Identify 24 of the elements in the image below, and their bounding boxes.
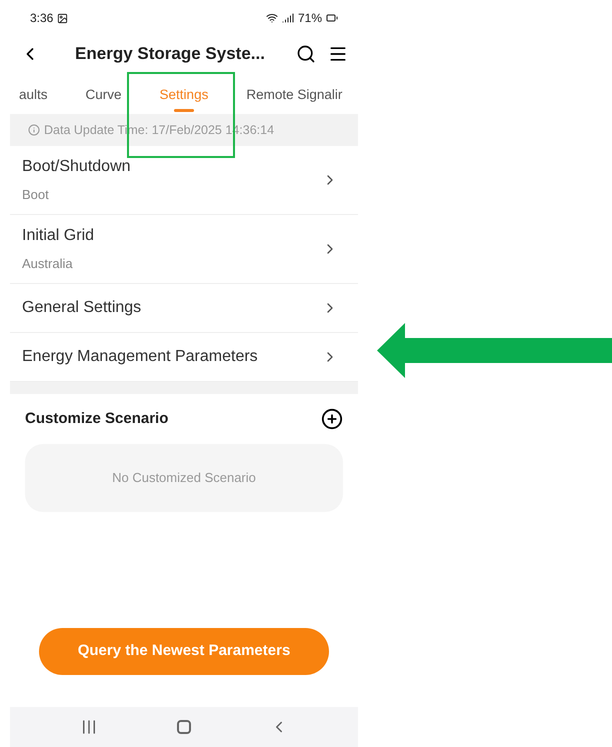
setting-title: General Settings (22, 298, 142, 318)
setting-title: Energy Management Parameters (22, 347, 258, 367)
settings-row[interactable]: Boot/Shutdown Boot (10, 146, 358, 215)
home-icon[interactable] (176, 720, 191, 734)
gallery-icon (57, 12, 68, 24)
tab[interactable]: Curve (66, 76, 141, 114)
settings-row[interactable]: Initial Grid Australia (10, 215, 358, 284)
setting-title: Boot/Shutdown (22, 157, 131, 178)
active-tab-indicator (174, 109, 194, 112)
setting-value: Boot (22, 186, 50, 204)
settings-row[interactable]: General Settings (10, 284, 358, 333)
setting-title: Initial Grid (22, 226, 94, 246)
battery-icon (326, 12, 338, 24)
add-button[interactable] (321, 408, 343, 430)
battery-percent: 71% (298, 10, 322, 27)
page-title: Energy Storage Syste... (74, 43, 266, 66)
tab[interactable]: Remote Signalir (227, 76, 358, 114)
tab[interactable]: aults (0, 76, 67, 114)
search-button[interactable] (296, 44, 316, 64)
section-title: Customize Scenario (25, 408, 168, 429)
status-time: 3:36 (30, 10, 54, 27)
empty-message: No Customized Scenario (112, 469, 256, 488)
info-icon (28, 124, 40, 136)
setting-value: Australia (22, 255, 74, 274)
